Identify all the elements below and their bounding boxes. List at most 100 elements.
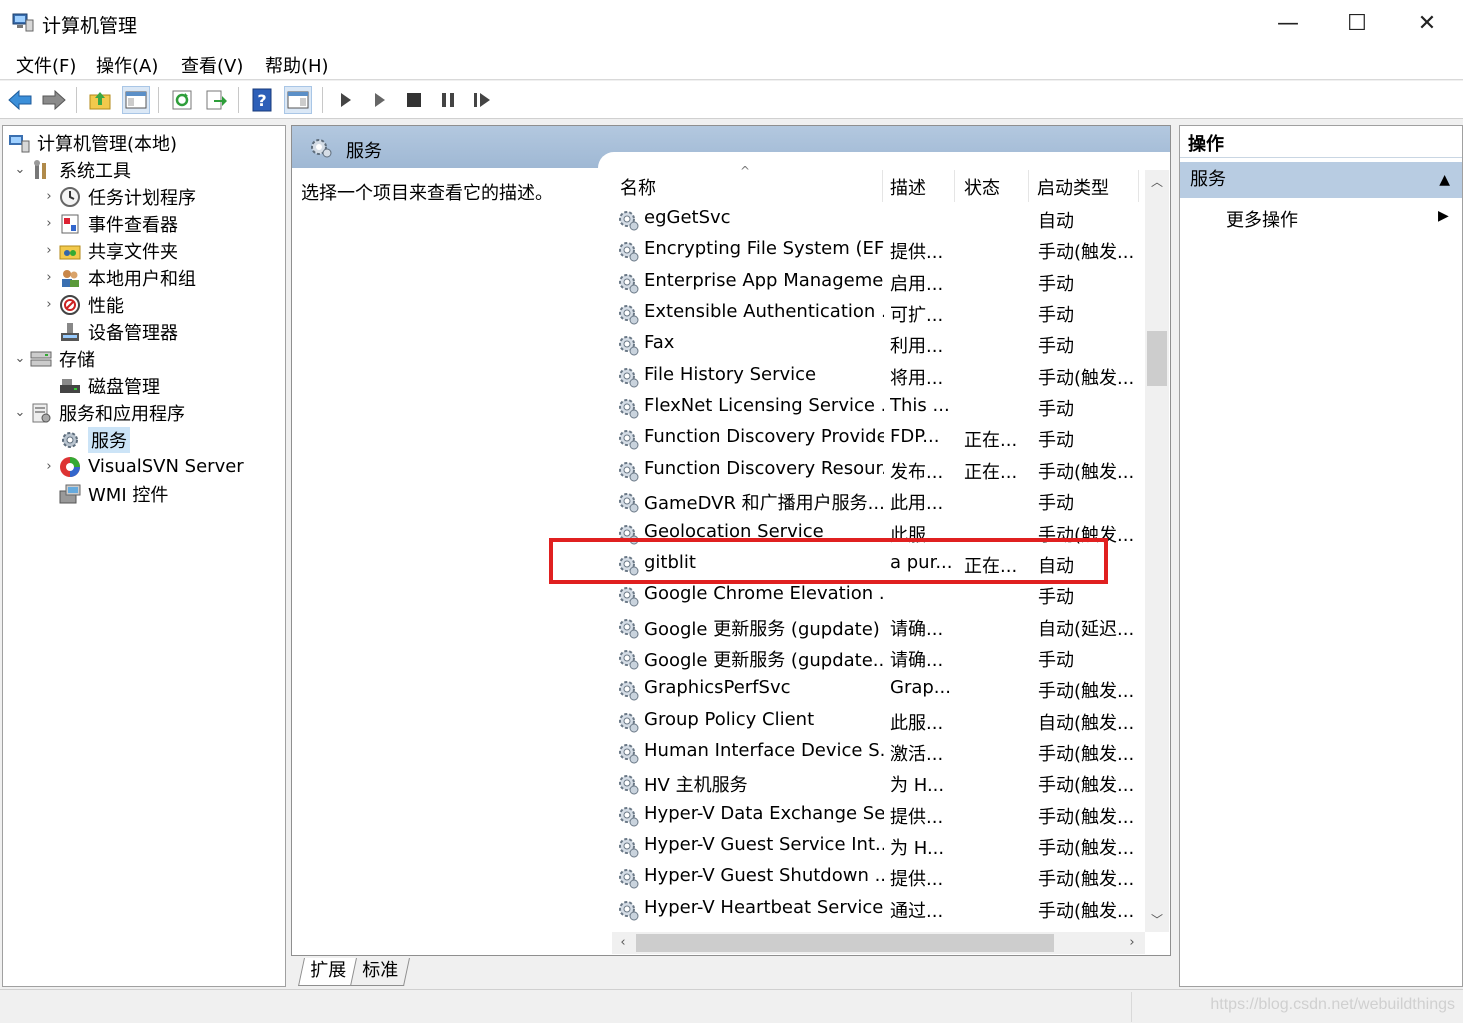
collapse-up-icon[interactable]: ▲	[1439, 162, 1450, 198]
toolbar-separator	[158, 87, 159, 113]
clock-icon	[58, 186, 82, 208]
gear-icon	[616, 490, 640, 514]
gear-icon	[616, 208, 640, 232]
scroll-right-icon[interactable]: ›	[1121, 932, 1143, 954]
table-row[interactable]: GameDVR 和广播用户服务... 此用... 手动	[614, 486, 1144, 517]
tree-item-wmi-control[interactable]: WMI 控件	[58, 480, 168, 507]
tree-item-system-tools[interactable]: ⌄ 系统工具	[11, 156, 131, 183]
scroll-thumb[interactable]	[636, 934, 1054, 952]
table-row[interactable]: Encrypting File System (EFS) 提供... 手动(触发..…	[614, 235, 1144, 266]
toolbar-separator	[238, 87, 239, 113]
table-row[interactable]: gitblit a pur... 正在... 自动	[614, 549, 1144, 580]
table-row[interactable]: Hyper-V Guest Shutdown ... 提供... 手动(触发...	[614, 862, 1144, 893]
column-divider[interactable]	[1028, 170, 1029, 202]
table-row[interactable]: Google Chrome Elevation ... 手动	[614, 580, 1144, 611]
table-row[interactable]: GraphicsPerfSvc Grap... 手动(触发...	[614, 674, 1144, 705]
table-row[interactable]: Human Interface Device S... 激活... 手动(触发...	[614, 737, 1144, 768]
stop-icon	[407, 93, 421, 107]
chevron-right-icon[interactable]: ›	[40, 270, 58, 285]
column-header-description[interactable]: 描述	[890, 174, 926, 200]
minimize-button[interactable]: —	[1253, 0, 1323, 46]
tree-item-computer-management[interactable]: 计算机管理(本地)	[7, 129, 177, 156]
table-row[interactable]: Google 更新服务 (gupdate... 请确... 手动	[614, 643, 1144, 674]
horizontal-scrollbar[interactable]: ‹ ›	[612, 932, 1145, 954]
menu-action[interactable]: 操作(A)	[96, 52, 158, 78]
more-actions-link[interactable]: 更多操作	[1226, 206, 1298, 232]
table-row[interactable]: Hyper-V Data Exchange Se... 提供... 手动(触发...	[614, 800, 1144, 831]
table-row[interactable]: Enterprise App Manageme... 启用... 手动	[614, 267, 1144, 298]
chevron-right-icon[interactable]: ›	[40, 459, 58, 474]
forward-button[interactable]	[40, 86, 68, 114]
column-header-name[interactable]: 名称	[620, 174, 656, 200]
menu-view[interactable]: 查看(V)	[181, 52, 243, 78]
tree-item-services[interactable]: 服务	[58, 426, 130, 453]
menu-bar: 文件(F) 操作(A) 查看(V) 帮助(H)	[0, 46, 1463, 80]
export-list-button[interactable]	[202, 86, 230, 114]
start-service-button[interactable]	[332, 86, 360, 114]
tab-extended[interactable]: 扩展	[298, 958, 358, 986]
table-row[interactable]: Extensible Authentication ... 可扩... 手动	[614, 298, 1144, 329]
table-row[interactable]: egGetSvc 自动	[614, 204, 1144, 235]
restart-service-button[interactable]	[468, 86, 496, 114]
chevron-down-icon[interactable]: ⌄	[11, 405, 29, 420]
chevron-right-icon[interactable]: ›	[40, 243, 58, 258]
submenu-arrow-icon[interactable]: ▶	[1438, 208, 1449, 224]
column-divider[interactable]	[1138, 170, 1139, 202]
chevron-down-icon[interactable]: ⌄	[11, 351, 29, 366]
chevron-right-icon[interactable]: ›	[40, 297, 58, 312]
table-row[interactable]: FlexNet Licensing Service ... This ... 手动	[614, 392, 1144, 423]
chevron-right-icon[interactable]: ›	[40, 189, 58, 204]
table-row[interactable]: Group Policy Client 此服... 自动(触发...	[614, 706, 1144, 737]
close-button[interactable]: ✕	[1392, 0, 1462, 46]
tree-item-storage[interactable]: ⌄ 存储	[11, 345, 95, 372]
gear-icon	[616, 772, 640, 796]
table-row[interactable]: File History Service 将用... 手动(触发...	[614, 361, 1144, 392]
menu-file[interactable]: 文件(F)	[16, 52, 76, 78]
start-service-alt-button[interactable]	[366, 86, 394, 114]
table-row[interactable]: Google 更新服务 (gupdate) 请确... 自动(延迟...	[614, 612, 1144, 643]
scroll-down-icon[interactable]: ﹀	[1145, 908, 1169, 932]
table-row[interactable]: Hyper-V Heartbeat Service 通过... 手动(触发...	[614, 894, 1144, 925]
pause-service-button[interactable]	[434, 86, 462, 114]
maximize-button[interactable]: ☐	[1322, 0, 1392, 46]
show-hide-action-pane-button[interactable]	[284, 86, 312, 114]
tree-item-event-viewer[interactable]: › 事件查看器	[40, 210, 178, 237]
scroll-thumb[interactable]	[1147, 331, 1167, 386]
column-header-status[interactable]: 状态	[964, 174, 1000, 200]
vertical-scrollbar[interactable]: ︿ ﹀	[1145, 170, 1169, 932]
column-divider[interactable]	[954, 170, 955, 202]
gear-icon	[616, 898, 640, 922]
tree-item-performance[interactable]: › 性能	[40, 291, 124, 318]
scroll-up-icon[interactable]: ︿	[1145, 170, 1169, 194]
table-row[interactable]: Hyper-V Guest Service Int... 为 H... 手动(触发.…	[614, 831, 1144, 862]
stop-service-button[interactable]	[400, 86, 428, 114]
table-row[interactable]: Fax 利用... 手动	[614, 329, 1144, 360]
back-button[interactable]	[6, 86, 34, 114]
table-row[interactable]: Function Discovery Resour... 发布... 正在... 手动…	[614, 455, 1144, 486]
actions-section-services[interactable]: 服务 ▲	[1180, 162, 1462, 198]
column-header-startup-type[interactable]: 启动类型	[1037, 174, 1109, 200]
tree-item-services-and-apps[interactable]: ⌄ 服务和应用程序	[11, 399, 185, 426]
chevron-down-icon[interactable]: ⌄	[11, 162, 29, 177]
tree-item-disk-management[interactable]: 磁盘管理	[58, 372, 160, 399]
refresh-button[interactable]	[168, 86, 196, 114]
up-folder-button[interactable]	[86, 86, 114, 114]
tree-item-shared-folders[interactable]: › 共享文件夹	[40, 237, 178, 264]
scroll-left-icon[interactable]: ‹	[612, 932, 634, 954]
toolbar: ?	[0, 81, 1463, 119]
table-row[interactable]: Function Discovery Provide... FDP... 正在...…	[614, 423, 1144, 454]
tab-standard[interactable]: 标准	[350, 958, 410, 986]
table-row[interactable]: Geolocation Service 此服... 手动(触发...	[614, 518, 1144, 549]
service-name: GameDVR 和广播用户服务...	[644, 493, 884, 515]
help-button[interactable]: ?	[248, 86, 276, 114]
table-row[interactable]: HV 主机服务 为 H... 手动(触发...	[614, 768, 1144, 799]
tree-item-task-scheduler[interactable]: › 任务计划程序	[40, 183, 196, 210]
tree-item-local-users-groups[interactable]: › 本地用户和组	[40, 264, 196, 291]
column-divider[interactable]	[882, 170, 883, 202]
menu-help[interactable]: 帮助(H)	[265, 52, 329, 78]
show-hide-tree-button[interactable]	[122, 86, 150, 114]
service-startup-type: 手动	[1038, 305, 1074, 327]
tree-item-visualsvn-server[interactable]: › VisualSVN Server	[40, 453, 243, 480]
chevron-right-icon[interactable]: ›	[40, 216, 58, 231]
tree-item-device-manager[interactable]: 设备管理器	[58, 318, 178, 345]
